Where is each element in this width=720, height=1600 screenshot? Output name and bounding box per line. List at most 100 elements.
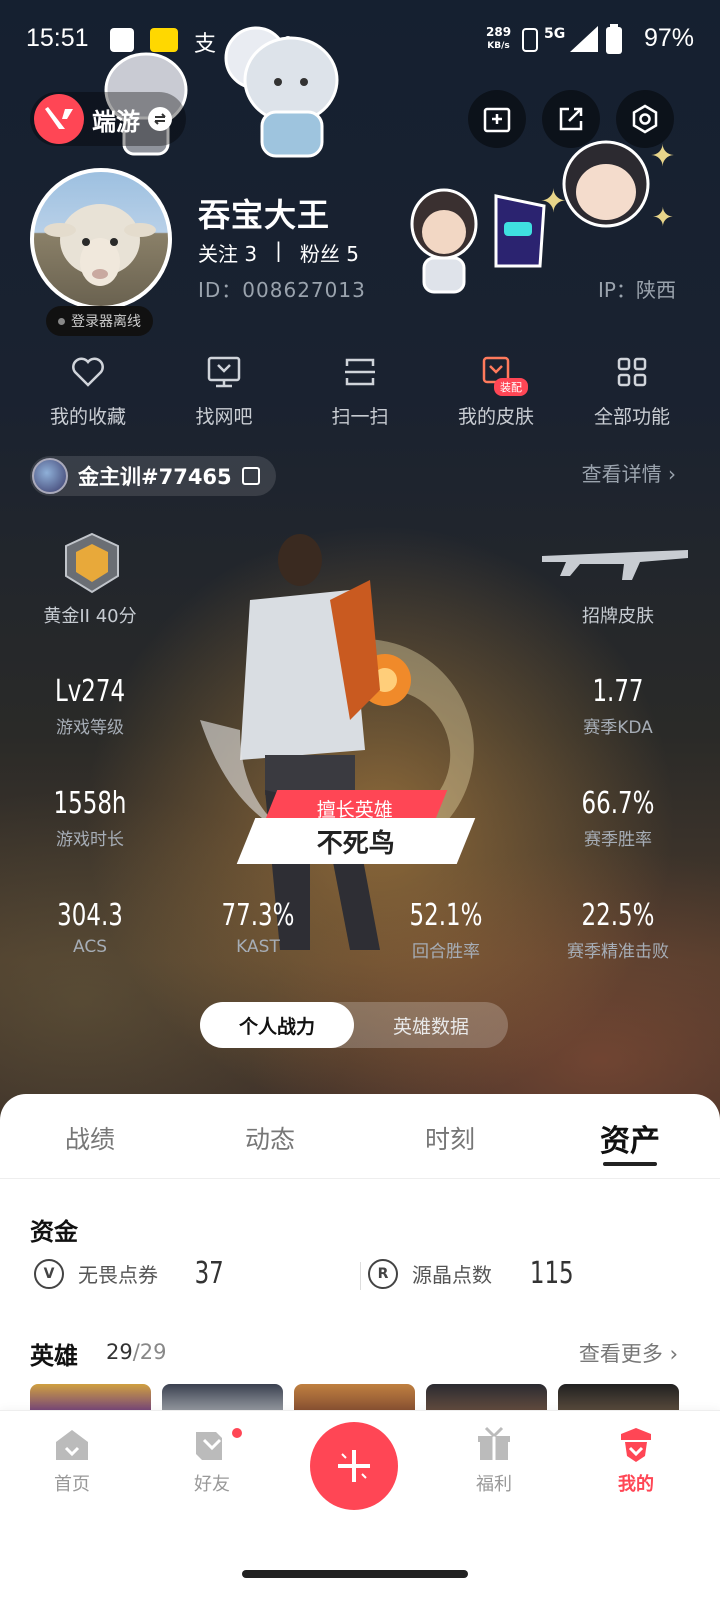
chevron-right-icon: ›	[669, 1342, 678, 1366]
agent-data-tab[interactable]: 英雄数据	[354, 1002, 508, 1048]
nav-profile[interactable]: 我的	[586, 1426, 686, 1496]
follow-separator: |	[275, 238, 282, 262]
tab-moments[interactable]: 时刻	[360, 1114, 540, 1174]
username: 吞宝大王	[198, 196, 331, 234]
nav-rewards[interactable]: 福利	[444, 1426, 544, 1496]
settings-button[interactable]	[616, 90, 674, 148]
stat-acs: 304.3 ACS	[0, 898, 180, 957]
create-post-button[interactable]	[310, 1422, 398, 1510]
stat-round-winrate: 52.1% 回合胜率	[356, 898, 536, 962]
valorant-points[interactable]: V 无畏点券 37	[34, 1256, 226, 1291]
heart-icon	[68, 352, 108, 392]
stat-kast: 77.3% KAST	[168, 898, 348, 957]
avatar[interactable]	[30, 168, 172, 310]
tab-moments-label: 时刻	[424, 1125, 475, 1154]
status-time: 15:51	[26, 24, 89, 52]
following-value: 3	[244, 242, 258, 266]
battery-icon	[606, 24, 622, 54]
my-skins-label: 我的皮肤	[457, 406, 534, 428]
winrate-value: 66.7%	[581, 786, 655, 821]
view-details-link[interactable]: 查看详情 ›	[582, 458, 676, 487]
tab-match-history[interactable]: 战绩	[0, 1114, 180, 1174]
tab-feed[interactable]: 动态	[180, 1114, 360, 1174]
user-id: ID：008627013	[198, 278, 366, 302]
friends-icon	[196, 1432, 222, 1460]
stat-season-winrate: 66.7% 赛季胜率	[528, 786, 708, 850]
signature-skin-label: 招牌皮肤	[582, 606, 654, 627]
my-skins-button[interactable]: 装配 我的皮肤	[428, 352, 564, 429]
best-agent-name[interactable]: 不死鸟	[236, 818, 476, 864]
tab-divider	[0, 1178, 720, 1179]
all-functions-button[interactable]: 全部功能	[564, 352, 700, 429]
heroes-owned: 29	[106, 1340, 133, 1364]
riot-id-chip[interactable]: 金主训#77465	[30, 456, 276, 496]
net-speed-unit: KB/s	[487, 41, 510, 51]
follow-stats: 关注 3 | 粉丝 5	[198, 238, 359, 267]
radianite-points[interactable]: R 源晶点数 115	[368, 1256, 578, 1291]
kast-value: 77.3%	[221, 898, 295, 933]
round-winrate-value: 52.1%	[409, 898, 483, 933]
nav-friends[interactable]: 好友	[162, 1426, 262, 1496]
all-functions-label: 全部功能	[593, 406, 670, 428]
offline-dot-icon	[58, 317, 65, 325]
stat-playtime: 1558h 游戏时长	[0, 786, 180, 850]
radianite-points-value: 115	[529, 1256, 574, 1291]
favorites-label: 我的收藏	[49, 406, 126, 428]
stats-toggle: 个人战力 英雄数据	[200, 1002, 508, 1048]
heroes-total: /29	[132, 1340, 167, 1364]
personal-power-tab[interactable]: 个人战力	[200, 1002, 354, 1048]
equip-badge: 装配	[494, 378, 528, 396]
tab-assets[interactable]: 资产	[540, 1114, 720, 1174]
svg-text:✦: ✦	[652, 203, 674, 233]
profile-icon	[621, 1428, 651, 1462]
game-switch-chip[interactable]: 端游	[30, 92, 186, 146]
share-button[interactable]	[542, 90, 600, 148]
best-agent-name-text: 不死鸟	[316, 828, 395, 859]
followers-value: 5	[346, 242, 359, 266]
sim-icon	[522, 28, 538, 52]
valorant-logo-icon	[34, 94, 84, 144]
swap-icon	[148, 107, 172, 131]
view-more-label: 查看更多	[578, 1342, 663, 1366]
home-indicator	[242, 1570, 468, 1578]
round-winrate-label: 回合胜率	[412, 942, 480, 962]
playtime-label: 游戏时长	[56, 830, 124, 850]
favorites-button[interactable]: 我的收藏	[20, 352, 156, 429]
riot-id: 金主训#77465	[78, 465, 232, 489]
ip-location: IP：陕西	[598, 278, 676, 302]
followers-count[interactable]: 粉丝 5	[300, 238, 359, 267]
net-speed-value: 289	[486, 25, 512, 39]
view-more-link[interactable]: 查看更多 ›	[579, 1338, 678, 1368]
nav-home[interactable]: 首页	[22, 1426, 122, 1496]
image-edit-button[interactable]	[468, 90, 526, 148]
signal-icon	[570, 26, 598, 52]
kast-label: KAST	[236, 937, 280, 957]
stat-precise-kill: 22.5% 赛季精准击败	[528, 898, 708, 962]
content-tabs: 战绩 动态 时刻 资产	[0, 1114, 720, 1174]
precise-kill-value: 22.5%	[581, 898, 655, 933]
valorant-points-label: 无畏点券	[78, 1263, 158, 1287]
grid-icon	[612, 352, 652, 392]
nav-profile-label: 我的	[618, 1474, 654, 1495]
winrate-label: 赛季胜率	[584, 830, 652, 850]
find-netcafe-button[interactable]: 找网吧	[156, 352, 292, 429]
valorant-points-value: 37	[194, 1256, 224, 1291]
heroes-title: 英雄	[30, 1342, 78, 1370]
active-tab-indicator	[603, 1162, 657, 1166]
level-label: 游戏等级	[56, 718, 124, 738]
radianite-points-icon: R	[368, 1258, 398, 1289]
tab-match-history-label: 战绩	[64, 1125, 115, 1154]
share-icon	[559, 107, 583, 131]
settings-icon	[632, 104, 658, 134]
radianite-points-label: 源晶点数	[412, 1263, 492, 1287]
following-count[interactable]: 关注 3	[198, 238, 257, 267]
funds-title: 资金	[30, 1218, 78, 1246]
game-avatar	[32, 458, 68, 494]
acs-value: 304.3	[57, 898, 123, 933]
kda-label: 赛季KDA	[583, 718, 653, 738]
network-type: 5G	[544, 26, 566, 42]
stat-level: Lv274 游戏等级	[0, 674, 180, 738]
image-edit-icon	[483, 107, 511, 133]
copy-icon[interactable]	[241, 467, 260, 485]
scan-button[interactable]: 扫一扫	[292, 352, 428, 429]
